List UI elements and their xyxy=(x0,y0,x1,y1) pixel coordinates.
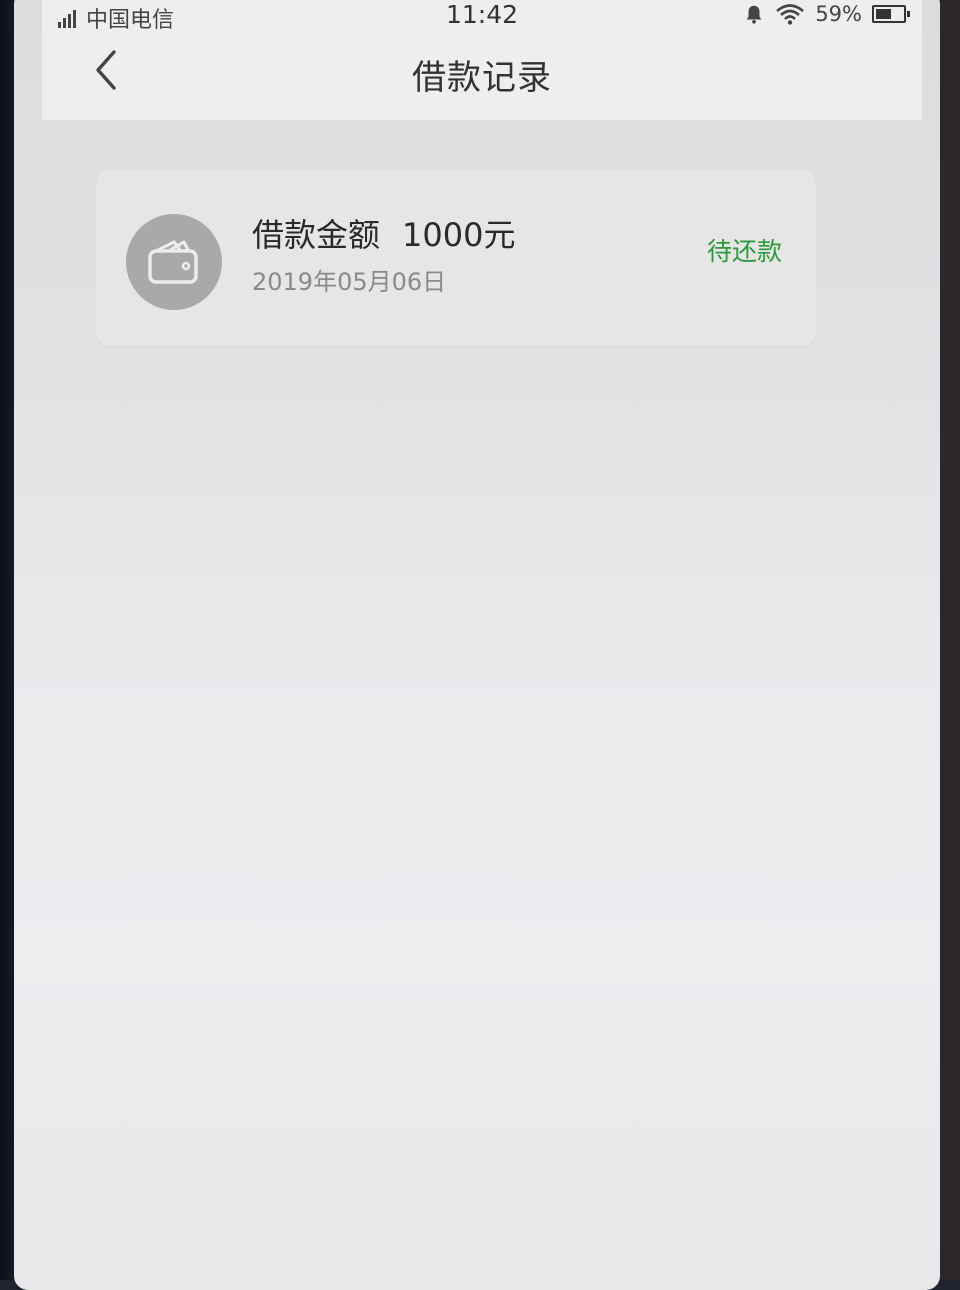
loan-date: 2019年05月06日 xyxy=(252,268,447,296)
loan-record-item[interactable]: 借款金额 1000元 2019年05月06日 待还款 xyxy=(96,170,816,346)
wallet-icon-badge xyxy=(126,214,222,310)
wallet-icon xyxy=(148,240,198,284)
amount-label: 借款金额 xyxy=(252,216,381,254)
status-badge: 待还款 xyxy=(706,237,782,266)
wifi-icon xyxy=(776,4,805,25)
amount-value: 1000元 xyxy=(402,216,516,254)
status-bar: 中国电信 11:42 59% xyxy=(42,0,922,34)
phone-screen: 中国电信 11:42 59% 借款记录 借款金额 1000元 2019年05月0… xyxy=(14,0,940,1290)
nav-bar: 借款记录 xyxy=(42,34,922,120)
battery-icon xyxy=(872,5,910,23)
loan-amount: 借款金额 1000元 xyxy=(252,210,515,256)
battery-percent: 59% xyxy=(815,2,862,26)
page-title: 借款记录 xyxy=(412,58,552,98)
status-right: 59% xyxy=(743,2,910,26)
bell-icon xyxy=(746,5,762,24)
